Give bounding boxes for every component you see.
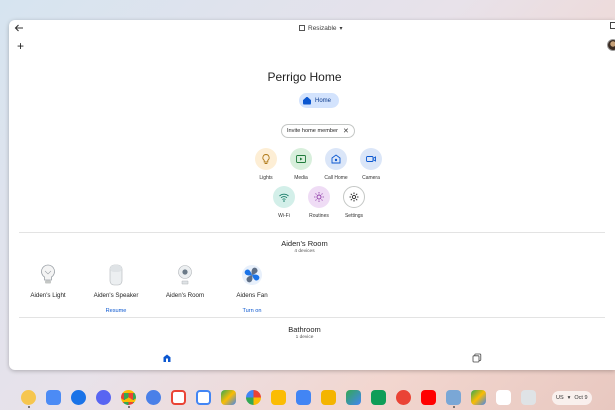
discord-icon[interactable]	[96, 390, 111, 405]
bottom-navigation	[9, 350, 615, 370]
device-tile[interactable]: Aidens Fan Turn on	[217, 262, 287, 314]
window-controls	[610, 22, 615, 29]
app-window: Resizable ▾ + Perrigo Home Home Invite h…	[9, 20, 615, 370]
device-name: Aiden's Speaker	[93, 292, 139, 299]
action-lights[interactable]: Lights	[246, 148, 286, 181]
maps-icon[interactable]	[346, 390, 361, 405]
gmail-icon[interactable]	[171, 390, 186, 405]
action-label: Camera	[362, 175, 380, 181]
drive-icon[interactable]	[471, 390, 486, 405]
running-indicator	[28, 406, 30, 408]
slides-icon[interactable]	[321, 390, 336, 405]
invite-label: Invite home member	[287, 128, 338, 134]
action-routines[interactable]: Routines	[299, 186, 339, 219]
contacts-icon[interactable]	[146, 390, 161, 405]
status-tray[interactable]: US ▾ Oct 9	[552, 391, 592, 405]
wifi-icon	[273, 186, 295, 208]
camera-device-icon	[173, 262, 197, 288]
turn-on-button[interactable]: Turn on	[217, 308, 287, 314]
locale-label: US	[556, 395, 564, 401]
resume-button[interactable]: Resume	[81, 308, 151, 314]
date-label: Oct 9	[574, 395, 588, 401]
action-label: Lights	[259, 175, 273, 181]
home-chip[interactable]: Home	[299, 93, 340, 108]
action-media[interactable]: Media	[281, 148, 321, 181]
pen-icon[interactable]	[496, 390, 511, 405]
action-label: Media	[294, 175, 308, 181]
stylus-icon[interactable]	[521, 390, 536, 405]
device-name: Aiden's Light	[30, 292, 66, 299]
room-device-count: 1 device	[295, 335, 314, 340]
youtube-icon[interactable]	[421, 390, 436, 405]
device-tile[interactable]: Aiden's Speaker Resume	[81, 262, 151, 314]
keep-icon[interactable]	[271, 390, 286, 405]
device-tile[interactable]: Aiden's Room	[150, 262, 220, 299]
avatar[interactable]	[607, 39, 615, 51]
docs-icon[interactable]	[296, 390, 311, 405]
gear-icon	[343, 186, 365, 208]
running-indicator	[128, 406, 130, 408]
messages-icon[interactable]	[71, 390, 86, 405]
room-title: Bathroom	[288, 325, 321, 334]
sun-icon	[308, 186, 330, 208]
resizable-label: Resizable	[308, 24, 337, 32]
chevron-down-icon: ▾	[339, 25, 343, 32]
drive-icon[interactable]	[221, 390, 236, 405]
action-label: Call Home	[324, 175, 348, 181]
play-icon	[290, 148, 312, 170]
device-name: Aiden's Room	[165, 292, 205, 299]
action-settings[interactable]: Settings	[334, 186, 374, 219]
shelf: US ▾ Oct 9	[0, 387, 615, 410]
fan-device-icon	[240, 262, 264, 288]
action-label: Routines	[309, 213, 329, 219]
home-icon[interactable]	[162, 353, 172, 363]
camera-icon	[360, 148, 382, 170]
calendar-icon[interactable]	[196, 390, 211, 405]
photos-icon[interactable]	[246, 390, 261, 405]
lightbulb-icon	[255, 148, 277, 170]
device-tile[interactable]: Aiden's Light	[13, 262, 83, 299]
page-title: Perrigo Home	[267, 70, 342, 84]
bulb-device-icon	[36, 262, 60, 288]
maximize-icon[interactable]	[610, 22, 615, 29]
add-icon[interactable]: +	[17, 40, 24, 52]
divider	[19, 232, 605, 233]
action-call-home[interactable]: Call Home	[316, 148, 356, 181]
wifi-status-icon: ▾	[567, 395, 571, 401]
speaker-device-icon	[104, 262, 128, 288]
resize-icon	[299, 25, 305, 31]
finder-icon[interactable]	[446, 390, 461, 405]
title-bar: Resizable ▾	[9, 20, 615, 36]
podcast-icon[interactable]	[396, 390, 411, 405]
divider	[19, 317, 605, 318]
devices-icon[interactable]	[472, 353, 482, 363]
room-title: Aiden's Room	[281, 239, 328, 248]
device-name: Aidens Fan	[236, 292, 268, 299]
files-icon[interactable]	[46, 390, 61, 405]
action-camera[interactable]: Camera	[351, 148, 391, 181]
sheets-icon[interactable]	[371, 390, 386, 405]
house-icon	[303, 96, 311, 105]
close-icon[interactable]: ✕	[343, 127, 349, 135]
action-label: Settings	[344, 213, 364, 219]
action-wifi[interactable]: Wi-Fi	[264, 186, 304, 219]
home-chip-label: Home	[315, 97, 332, 104]
room-device-count: 4 devices	[294, 249, 315, 254]
chrome-icon[interactable]	[121, 390, 136, 405]
launcher-icon[interactable]	[21, 390, 36, 405]
resizable-menu-button[interactable]: Resizable ▾	[299, 22, 343, 34]
invite-home-member-chip[interactable]: Invite home member ✕	[281, 124, 355, 138]
running-indicator	[453, 406, 455, 408]
back-arrow-icon[interactable]	[13, 22, 25, 34]
call-home-icon	[325, 148, 347, 170]
action-label: Wi-Fi	[278, 213, 290, 219]
